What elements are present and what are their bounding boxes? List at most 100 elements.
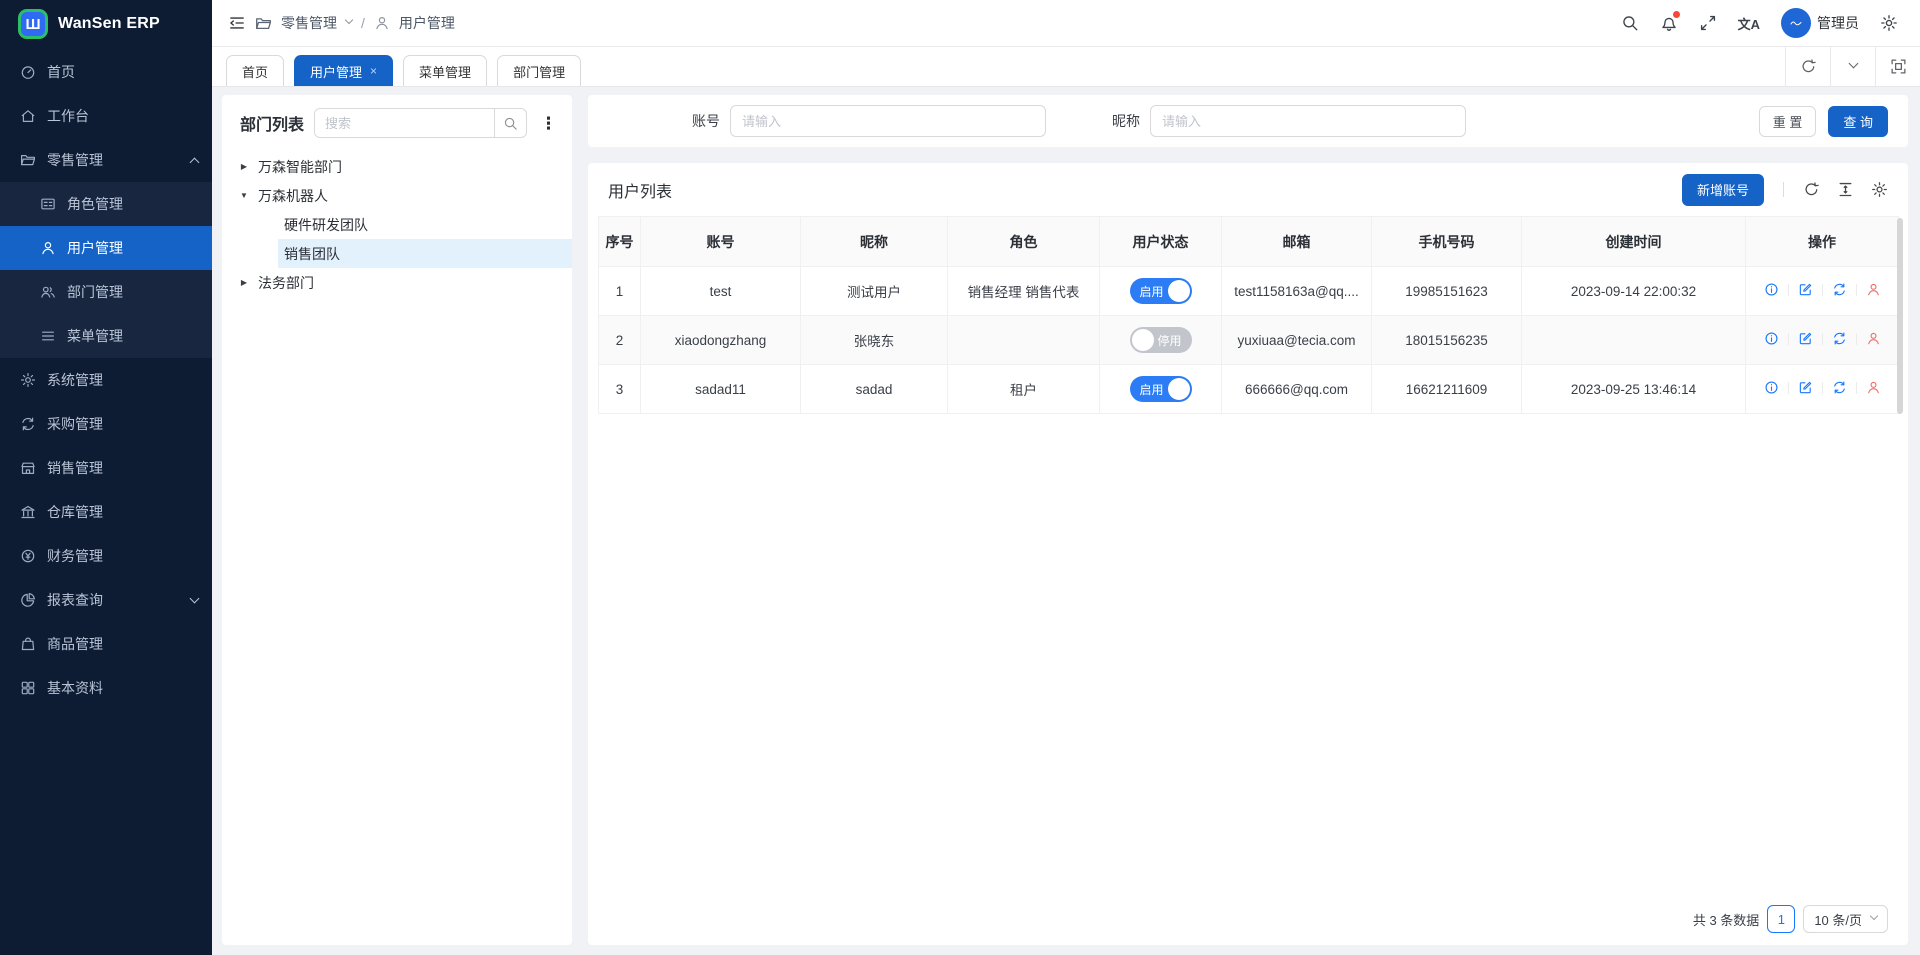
filter-bar: 账号 昵称 重 置 查 询 [588,95,1908,147]
account-label: 账号 [692,111,720,131]
reset-button[interactable]: 重 置 [1759,106,1817,137]
tree-node-label: 法务部门 [252,273,314,293]
breadcrumb-separator: / [361,15,365,31]
user-table: 序号 账号 昵称 角色 用户状态 邮箱 手机号码 创建时间 操作 1 test … [598,216,1898,414]
tree-node-label: 硬件研发团队 [278,215,368,235]
department-search-input[interactable] [315,109,494,137]
row-actions [1764,331,1881,346]
edit-icon[interactable] [1798,380,1813,395]
caret-right-icon[interactable]: ▶ [236,162,252,171]
reset-password-icon[interactable] [1832,380,1847,395]
pagination-total: 共 3 条数据 [1693,910,1759,929]
tree-node-hardware-team[interactable]: 硬件研发团队 [222,210,572,239]
home-icon [20,108,36,124]
sidebar-item-home[interactable]: 首页 [0,50,212,94]
info-icon[interactable] [1764,331,1779,346]
idcard-icon [40,196,56,212]
sidebar-item-purchasing[interactable]: 采购管理 [0,402,212,446]
tab-home[interactable]: 首页 [226,55,284,86]
tab-list-dropdown[interactable] [1830,46,1875,86]
fullscreen-icon[interactable] [1699,14,1717,32]
tree-node-legal[interactable]: ▶ 法务部门 [222,268,572,297]
refresh-table-icon[interactable] [1803,181,1820,198]
notifications-button[interactable] [1660,14,1678,32]
caret-right-icon[interactable]: ▶ [236,278,252,287]
add-account-button[interactable]: 新增账号 [1682,174,1764,206]
shop-icon [20,460,36,476]
sidebar-item-label: 系统管理 [47,370,103,390]
sidebar-item-departments[interactable]: 部门管理 [0,270,212,314]
more-vertical-icon[interactable]: ⋮ [537,115,560,132]
sidebar-item-roles[interactable]: 角色管理 [0,182,212,226]
page-size-select[interactable]: 10 条/页 [1803,905,1888,933]
column-settings-gear-icon[interactable] [1871,181,1888,198]
tab-label: 用户管理 [310,62,362,81]
info-icon[interactable] [1764,282,1779,297]
status-toggle[interactable]: 停用 [1130,327,1192,353]
toggle-knob [1132,329,1154,351]
sidebar-item-warehouse[interactable]: 仓库管理 [0,490,212,534]
table-header-row: 序号 账号 昵称 角色 用户状态 邮箱 手机号码 创建时间 操作 [599,217,1899,267]
sidebar-item-label: 首页 [47,62,75,82]
caret-down-icon[interactable]: ▼ [236,191,252,200]
col-status: 用户状态 [1100,217,1222,267]
assign-user-icon[interactable] [1866,380,1881,395]
sidebar-item-label: 零售管理 [47,150,103,170]
sidebar-item-workbench[interactable]: 工作台 [0,94,212,138]
tab-department-management[interactable]: 部门管理 [497,55,581,86]
edit-icon[interactable] [1798,331,1813,346]
sidebar-item-users[interactable]: 用户管理 [0,226,212,270]
close-icon[interactable]: × [370,65,377,77]
user-menu[interactable]: 管理员 [1781,8,1859,38]
table-scrollbar[interactable] [1897,218,1903,414]
maximize-content-button[interactable] [1875,46,1920,86]
tree-node-sales-team[interactable]: 销售团队 [222,239,572,268]
settings-gear-icon[interactable] [1880,14,1898,32]
sidebar-item-sales[interactable]: 销售管理 [0,446,212,490]
department-search-button[interactable] [494,109,526,137]
sidebar-item-label: 部门管理 [67,282,123,302]
department-panel: 部门列表 ⋮ ▶ 万森智能部门 ▼ 万森机器人 硬件研发团队 销售团队 ▶ 法务… [222,95,572,945]
row-height-icon[interactable] [1837,181,1854,198]
tab-menu-management[interactable]: 菜单管理 [403,55,487,86]
row-actions [1764,380,1881,395]
assign-user-icon[interactable] [1866,331,1881,346]
sidebar-item-system[interactable]: 系统管理 [0,358,212,402]
pagination: 共 3 条数据 1 10 条/页 [1693,905,1888,933]
sidebar-item-menus[interactable]: 菜单管理 [0,314,212,358]
status-toggle[interactable]: 启用 [1130,278,1192,304]
tab-user-management[interactable]: 用户管理 × [294,55,393,86]
assign-user-icon[interactable] [1866,282,1881,297]
row-actions [1764,282,1881,297]
info-icon[interactable] [1764,380,1779,395]
refresh-tab-button[interactable] [1785,46,1830,86]
edit-icon[interactable] [1798,282,1813,297]
search-button[interactable]: 查 询 [1828,106,1888,137]
sidebar-item-reports[interactable]: 报表查询 [0,578,212,622]
status-label: 启用 [1140,283,1164,300]
reset-password-icon[interactable] [1832,331,1847,346]
col-actions: 操作 [1746,217,1899,267]
translate-icon[interactable]: 文A [1738,14,1760,33]
account-input[interactable] [730,105,1046,137]
reset-password-icon[interactable] [1832,282,1847,297]
department-tree: ▶ 万森智能部门 ▼ 万森机器人 硬件研发团队 销售团队 ▶ 法务部门 [222,148,572,297]
search-icon[interactable] [1621,14,1639,32]
tree-node-wansen-robot[interactable]: ▼ 万森机器人 [222,181,572,210]
department-panel-title: 部门列表 [240,111,304,135]
sidebar-item-retail[interactable]: 零售管理 [0,138,212,182]
sidebar-item-label: 商品管理 [47,634,103,654]
sidebar-item-label: 菜单管理 [67,326,123,346]
sidebar-item-products[interactable]: 商品管理 [0,622,212,666]
tree-node-wansen-smart[interactable]: ▶ 万森智能部门 [222,152,572,181]
nickname-input[interactable] [1150,105,1466,137]
folder-icon [255,15,272,32]
page-1-button[interactable]: 1 [1767,905,1795,933]
sidebar-item-finance[interactable]: 财务管理 [0,534,212,578]
toggle-knob [1168,378,1190,400]
sidebar-item-basic-data[interactable]: 基本资料 [0,666,212,710]
breadcrumb-section[interactable]: 零售管理 [281,13,337,33]
money-icon [20,548,36,564]
menu-fold-icon[interactable] [228,14,246,32]
status-toggle[interactable]: 启用 [1130,376,1192,402]
